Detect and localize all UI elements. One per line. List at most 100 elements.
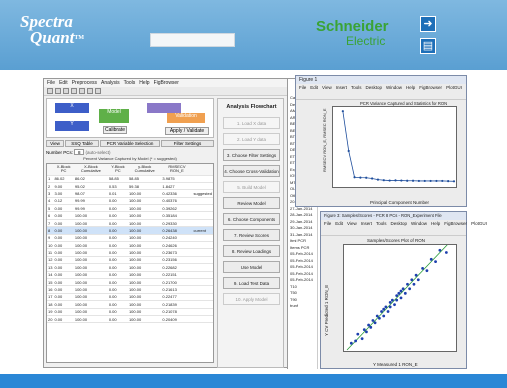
fig-menu-item[interactable]: FigBrowser — [419, 85, 442, 90]
x-block-box[interactable]: X — [55, 103, 89, 113]
fig-menu-item[interactable]: Edit — [335, 221, 343, 226]
analysis-flowchart: Analysis Flowchart 1. Load X data 2. Load… — [217, 98, 284, 368]
settings-icon[interactable] — [71, 88, 77, 94]
npc-input[interactable]: 8 — [74, 149, 85, 155]
plot2-point — [412, 282, 416, 286]
fig-menu-item[interactable]: Insert — [361, 221, 372, 226]
table-cell — [192, 211, 213, 220]
table-cell: 0.00 — [53, 256, 74, 265]
table-row[interactable]: 2 9.00 95.02 0.53 59.38 1.8427 — [47, 182, 213, 191]
analysis-step-button[interactable]: 4. Choose Cross-Validation — [223, 165, 280, 177]
analysis-step-button[interactable]: 10. Apply Model — [223, 293, 280, 305]
table-cell — [192, 241, 213, 250]
report-icon[interactable]: ▤ — [420, 38, 436, 54]
fig-menu-item[interactable]: Help — [431, 221, 440, 226]
fig-menu-item[interactable]: View — [322, 85, 332, 90]
table-header-cell: Y-Block PC — [107, 164, 128, 176]
table-cell — [192, 278, 213, 287]
model-box[interactable]: Model — [99, 109, 129, 123]
save-icon[interactable] — [55, 88, 61, 94]
plot1-point — [347, 149, 350, 153]
table-row[interactable]: 3 3.00 98.07 0.01 100.00 0.42336 suggested — [47, 189, 213, 198]
fig-menu-item[interactable]: Desktop — [391, 221, 408, 226]
export-icon[interactable]: ➜ — [420, 16, 436, 32]
fig-menu-item[interactable]: FigBrowser — [444, 221, 467, 226]
validation-box[interactable]: Validation — [167, 113, 205, 123]
menu-item-analysis[interactable]: Analysis — [101, 80, 120, 86]
menu-item-figbrowser[interactable]: FigBrowser — [154, 80, 179, 86]
fig-menu-item[interactable]: View — [347, 221, 357, 226]
analysis-step-button[interactable]: 5. Build Model — [223, 181, 280, 193]
tab-ssq-table[interactable]: SSQ Table — [65, 140, 99, 147]
table-row[interactable]: 20 0.00 100.00 0.00 100.00 0.20409 — [47, 315, 213, 324]
analysis-step-button[interactable]: 1. Load X data — [223, 117, 280, 129]
table-row[interactable]: 17 0.00 100.00 0.00 100.00 0.22477 — [47, 293, 213, 302]
analysis-step-button[interactable]: 2. Load Y data — [223, 133, 280, 145]
analysis-step-button[interactable]: 6. Choose Components — [223, 213, 280, 225]
tab-filter-settings[interactable]: Filter Settings — [161, 140, 214, 147]
table-cell: 100.00 — [73, 300, 108, 309]
table-row[interactable]: 5 0.00 99.99 0.00 100.00 0.39262 — [47, 204, 213, 213]
table-row[interactable]: 6 0.00 100.00 0.00 100.00 0.35184 — [47, 211, 213, 220]
table-icon[interactable] — [87, 88, 93, 94]
table-row[interactable]: 13 0.00 100.00 0.00 100.00 0.22682 — [47, 263, 213, 272]
header-field — [150, 33, 235, 47]
table-row[interactable]: 7 0.00 100.00 0.00 100.00 0.29330 — [47, 219, 213, 228]
open-icon[interactable] — [47, 88, 53, 94]
plot1-point — [400, 179, 403, 182]
apply-validate-button[interactable]: Apply / Validate — [165, 127, 209, 135]
table-cell: 0.42336 — [161, 189, 193, 198]
menu-item-preprocess[interactable]: Preprocess — [72, 80, 97, 86]
fig-menu-item[interactable]: Window — [386, 85, 402, 90]
menu-item-help[interactable]: Help — [139, 80, 149, 86]
table-cell: 0.23156 — [161, 256, 193, 265]
help-icon[interactable] — [95, 88, 101, 94]
table-row[interactable]: 9 0.00 100.00 0.00 100.00 0.24240 — [47, 234, 213, 243]
analysis-step-button[interactable]: Use Model — [223, 261, 280, 273]
table-cell — [192, 204, 213, 213]
analysis-step-button[interactable]: 8. Review Loadings — [223, 245, 280, 257]
analysis-step-button[interactable]: 3. Choose Filter Settings — [223, 149, 280, 161]
table-header-cell: X-Block Cumulative — [73, 164, 108, 176]
table-row[interactable]: 19 0.00 100.00 0.00 100.00 0.21078 — [47, 308, 213, 316]
fig-menu-item[interactable]: Insert — [336, 85, 347, 90]
fig-menu-item[interactable]: PlotGUI — [446, 85, 462, 90]
plot1-point — [411, 179, 415, 182]
fig-menu-item[interactable]: Window — [411, 221, 427, 226]
chart-icon[interactable] — [79, 88, 85, 94]
y-block-box[interactable]: Y — [55, 121, 89, 131]
table-row[interactable]: 1 86.02 86.02 58.85 58.85 3.9875 — [47, 175, 213, 183]
table-row[interactable]: 18 0.00 100.00 0.00 100.00 0.21839 — [47, 300, 213, 309]
table-row[interactable]: 15 0.00 100.00 0.00 100.00 0.21700 — [47, 278, 213, 287]
table-row[interactable]: 16 0.00 100.00 0.00 100.00 0.21613 — [47, 285, 213, 294]
fig-menu-item[interactable]: Edit — [310, 85, 318, 90]
fig-menu-item[interactable]: Tools — [351, 85, 362, 90]
table-row[interactable]: 11 0.00 100.00 0.00 100.00 0.23673 — [47, 248, 213, 257]
folder-icon[interactable] — [63, 88, 69, 94]
table-row[interactable]: 10 0.00 100.00 0.00 100.00 0.24626 — [47, 241, 213, 250]
analysis-step-button[interactable]: 9. Load Test Data — [223, 277, 280, 289]
fig-menu-item[interactable]: Help — [406, 85, 415, 90]
plot2-point — [380, 310, 383, 313]
menu-item-edit[interactable]: Edit — [59, 80, 68, 86]
menu-item-file[interactable]: File — [47, 80, 55, 86]
fig-menu-item[interactable]: Desktop — [366, 85, 383, 90]
table-row[interactable]: 8 0.00 100.00 0.00 100.00 0.26438 current — [47, 226, 213, 235]
plot2-point — [399, 289, 403, 293]
table-row[interactable]: 12 0.00 100.00 0.00 100.00 0.23156 — [47, 256, 213, 265]
fig-menu-item[interactable]: File — [299, 85, 306, 90]
tab-pcr-variable-selection[interactable]: PCR Variable Selection — [100, 140, 160, 147]
tab-view[interactable]: View — [46, 140, 64, 147]
validation-y-box[interactable] — [147, 103, 181, 113]
fig-menu-item[interactable]: PlotGUI — [471, 221, 487, 226]
table-row[interactable]: 14 0.00 100.00 0.00 100.00 0.22151 — [47, 271, 213, 279]
analysis-step-button[interactable]: Review Model — [223, 197, 280, 209]
fig-menu-item[interactable]: Tools — [376, 221, 387, 226]
table-cell — [192, 219, 213, 228]
menu-item-tools[interactable]: Tools — [124, 80, 136, 86]
calibrate-button[interactable]: Calibrate — [103, 126, 127, 134]
table-row[interactable]: 4 0.12 99.99 0.00 100.00 0.40376 — [47, 197, 213, 206]
tree-item[interactable]: trunf — [290, 303, 317, 310]
analysis-step-button[interactable]: 7. Review Scores — [223, 229, 280, 241]
fig-menu-item[interactable]: File — [324, 221, 331, 226]
